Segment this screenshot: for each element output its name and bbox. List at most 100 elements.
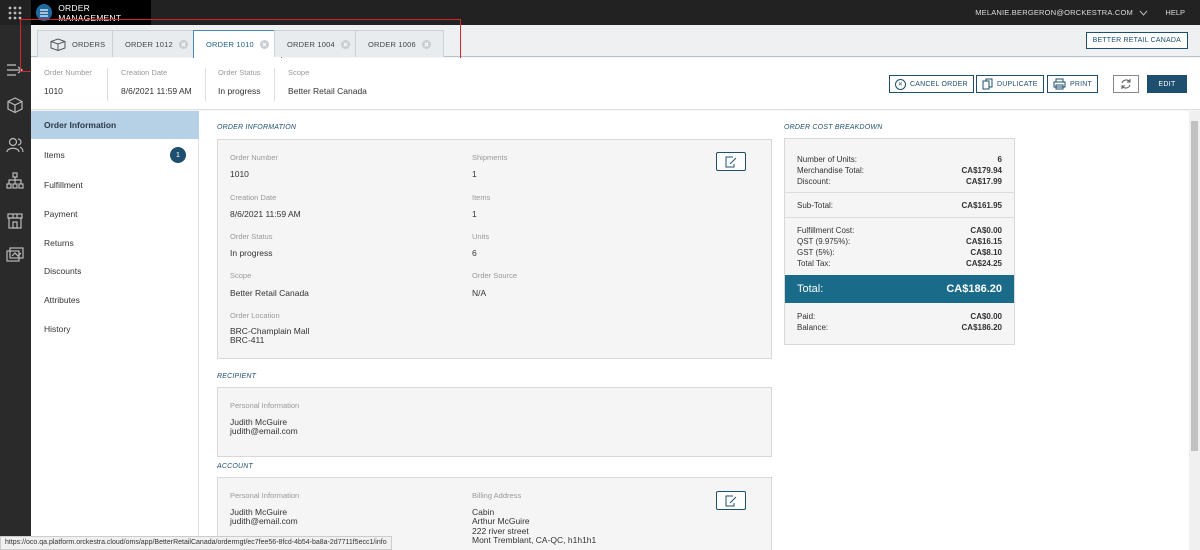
button-label: PRINT <box>1070 80 1092 88</box>
tab-label: ORDER 1012 <box>125 39 173 49</box>
app-grid-icon[interactable] <box>0 0 30 25</box>
app-title: ORDER MANAGEMENT <box>58 2 122 23</box>
cost-value: CA$8.10 <box>970 248 1002 257</box>
account-title: ACCOUNT <box>217 463 254 470</box>
nav-items[interactable]: Items 1 <box>31 141 199 169</box>
field-label: Order Number <box>230 153 278 162</box>
divider <box>274 68 275 101</box>
summary-order-number: Order Number 1010 <box>44 68 92 96</box>
refresh-button[interactable] <box>1113 75 1139 93</box>
tab-order-1010[interactable]: ORDER 1010 <box>193 30 282 58</box>
cancel-icon: ✕ <box>895 78 906 90</box>
edit-icon[interactable] <box>716 152 746 171</box>
cost-value: CA$0.00 <box>970 312 1002 321</box>
field-value: Better Retail Canada <box>288 86 367 96</box>
field-value: 1010 <box>44 86 63 96</box>
field-value: BRC-411 <box>230 335 265 345</box>
close-icon[interactable] <box>259 40 269 49</box>
total-label: Total: <box>797 283 824 295</box>
cost-row-gst: GST (5%): CA$8.10 <box>797 247 1002 258</box>
button-label: DUPLICATE <box>997 80 1038 88</box>
summary-order-status: Order Status In progress <box>218 68 261 96</box>
print-button[interactable]: PRINT <box>1047 75 1098 93</box>
edit-icon[interactable] <box>716 491 746 510</box>
edit-button[interactable]: EDIT <box>1147 75 1187 93</box>
help-link[interactable]: HELP <box>1165 0 1185 25</box>
nav-payment[interactable]: Payment <box>31 200 199 228</box>
store-icon[interactable] <box>6 212 24 230</box>
divider <box>785 192 1014 193</box>
recipient-card: Personal Information Judith McGuire judi… <box>217 387 772 457</box>
expand-icon[interactable] <box>6 61 24 79</box>
duplicate-icon <box>982 78 993 90</box>
box-icon <box>50 37 66 51</box>
cost-label: Paid: <box>797 312 816 321</box>
total-bar: Total: CA$186.20 <box>785 275 1014 303</box>
app-logo-icon <box>36 4 53 21</box>
field-label: Creation Date <box>121 68 168 77</box>
customers-icon[interactable] <box>6 136 24 154</box>
field-label: Personal Information <box>230 491 300 500</box>
main-content: ORDER INFORMATION Order Number 1010 Ship… <box>199 111 1189 550</box>
recipient-title: RECIPIENT <box>217 373 257 380</box>
catalog-icon[interactable] <box>6 247 24 265</box>
cost-value: CA$161.95 <box>961 201 1002 210</box>
order-information-title: ORDER INFORMATION <box>217 124 297 131</box>
cost-row-total-tax: Total Tax: CA$24.25 <box>797 258 1002 269</box>
top-bar: ORDER MANAGEMENT MELANIE.BERGERON@ORCKES… <box>0 0 1200 25</box>
divider <box>205 68 206 101</box>
field-value: N/A <box>472 288 487 298</box>
cost-label: QST (9.975%): <box>797 237 851 246</box>
nav-fulfillment[interactable]: Fulfillment <box>31 171 199 199</box>
tab-order-1006[interactable]: ORDER 1006 <box>355 30 444 57</box>
order-information-card: Order Number 1010 Shipments 1 Creation D… <box>217 139 772 359</box>
duplicate-button[interactable]: DUPLICATE <box>976 75 1044 93</box>
field-value: 1 <box>472 209 477 219</box>
field-value: 6 <box>472 248 477 258</box>
close-icon[interactable] <box>421 39 431 49</box>
cost-label: Number of Units: <box>797 155 858 164</box>
scope-button[interactable]: BETTER RETAIL CANADA <box>1085 32 1188 49</box>
cost-value: CA$0.00 <box>970 226 1002 235</box>
close-icon[interactable] <box>340 39 350 49</box>
side-nav: Order Information Items 1 Fulfillment Pa… <box>31 111 199 550</box>
tab-order-1004[interactable]: ORDER 1004 <box>274 30 363 57</box>
items-count-badge: 1 <box>170 147 186 163</box>
field-label: Billing Address <box>472 491 522 500</box>
cost-value: CA$186.20 <box>961 323 1002 332</box>
hierarchy-icon[interactable] <box>6 172 24 190</box>
nav-history[interactable]: History <box>31 315 199 343</box>
tab-label: ORDER 1006 <box>368 39 416 49</box>
app-title-box[interactable]: ORDER MANAGEMENT <box>31 0 151 25</box>
cost-row-subtotal: Sub-Total: CA$161.95 <box>797 200 1002 211</box>
left-rail <box>0 25 31 550</box>
refresh-icon <box>1121 79 1131 89</box>
field-label: Order Status <box>218 68 261 77</box>
scrollbar-thumb[interactable] <box>1191 121 1198 451</box>
cost-row-merch: Merchandise Total: CA$179.94 <box>797 165 1002 176</box>
nav-discounts[interactable]: Discounts <box>31 257 199 285</box>
cancel-order-button[interactable]: ✕ CANCEL ORDER <box>889 75 974 93</box>
field-label: Order Source <box>472 271 518 280</box>
tab-orders[interactable]: ORDERS <box>37 30 119 57</box>
tab-strip: ORDERS ORDER 1012 ORDER 1010 ORDER 1004 … <box>31 25 1200 58</box>
nav-attributes[interactable]: Attributes <box>31 286 199 314</box>
chevron-down-icon[interactable] <box>1139 8 1148 18</box>
nav-order-information[interactable]: Order Information <box>31 111 199 139</box>
cost-breakdown-card: Number of Units: 6 Merchandise Total: CA$1… <box>784 138 1015 345</box>
field-value: 8/6/2021 11:59 AM <box>121 86 192 96</box>
cost-row-units: Number of Units: 6 <box>797 154 1002 165</box>
cost-label: GST (5%): <box>797 248 835 257</box>
box-icon[interactable] <box>6 96 24 114</box>
scrollbar[interactable] <box>1189 111 1200 550</box>
user-menu[interactable]: MELANIE.BERGERON@ORCKESTRA.COM <box>975 0 1133 25</box>
close-icon[interactable] <box>178 39 188 49</box>
nav-returns[interactable]: Returns <box>31 229 199 257</box>
field-label: Order Status <box>230 232 273 241</box>
field-label: Scope <box>230 271 252 280</box>
field-value: judith@email.com <box>230 426 298 436</box>
cost-breakdown-title: ORDER COST BREAKDOWN <box>784 124 883 131</box>
tab-order-1012[interactable]: ORDER 1012 <box>112 30 201 57</box>
divider <box>107 68 108 101</box>
divider <box>785 217 1014 218</box>
